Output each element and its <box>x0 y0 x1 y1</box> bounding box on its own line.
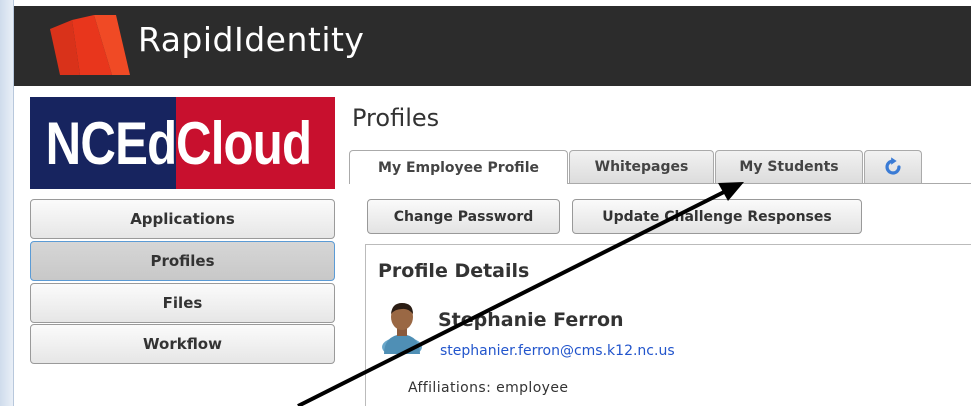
refresh-tab[interactable] <box>864 150 922 183</box>
tab-label: My Employee Profile <box>378 159 539 176</box>
affiliations-row: Affiliations: employee <box>408 380 568 396</box>
tab-my-employee-profile[interactable]: My Employee Profile <box>349 150 568 184</box>
window-edge <box>0 0 14 406</box>
affiliations-label: Affiliations: <box>408 380 492 396</box>
update-challenge-responses-button[interactable]: Update Challenge Responses <box>572 199 862 234</box>
page-title: Profiles <box>352 104 440 132</box>
sidebar-item-label: Files <box>162 294 203 312</box>
page: RapidIdentity NCEd Cloud Applications Pr… <box>0 0 971 406</box>
sidebar-item-profiles[interactable]: Profiles <box>30 241 335 281</box>
button-label: Change Password <box>393 208 534 225</box>
sidebar-item-workflow[interactable]: Workflow <box>30 324 335 364</box>
rapididentity-logo-icon[interactable] <box>50 15 130 75</box>
tab-whitepages[interactable]: Whitepages <box>569 150 714 183</box>
user-avatar-icon <box>382 303 422 354</box>
tab-label: My Students <box>739 159 839 175</box>
tab-my-students[interactable]: My Students <box>715 150 863 183</box>
profile-details-title: Profile Details <box>378 260 530 282</box>
ncedcloud-banner: NCEd Cloud <box>30 97 335 189</box>
profile-email-link[interactable]: stephanier.ferron@cms.k12.nc.us <box>440 343 675 359</box>
sidebar-item-label: Workflow <box>143 335 222 353</box>
button-label: Update Challenge Responses <box>602 208 832 225</box>
brand-name: RapidIdentity <box>138 20 365 59</box>
sidebar-item-label: Profiles <box>150 252 215 270</box>
sidebar-item-label: Applications <box>130 210 235 228</box>
sidebar-item-files[interactable]: Files <box>30 283 335 323</box>
affiliations-value: employee <box>496 380 569 396</box>
banner-left-text: NCEd <box>45 109 176 177</box>
refresh-icon[interactable] <box>882 156 904 178</box>
top-header: RapidIdentity <box>14 6 971 86</box>
banner-right-text: Cloud <box>176 109 312 177</box>
change-password-button[interactable]: Change Password <box>367 199 560 234</box>
profile-name: Stephanie Ferron <box>438 309 624 331</box>
tab-label: Whitepages <box>594 159 689 175</box>
sidebar-item-applications[interactable]: Applications <box>30 199 335 239</box>
